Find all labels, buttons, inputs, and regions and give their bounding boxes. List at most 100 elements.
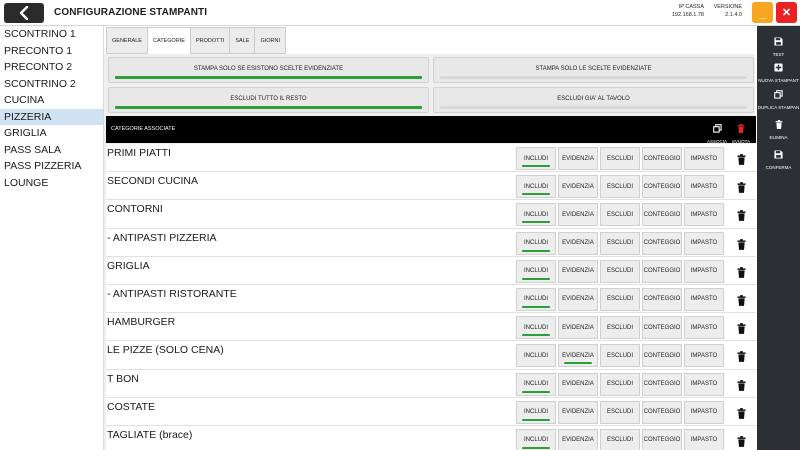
delete-category-button[interactable] (737, 208, 746, 226)
impasto-toggle[interactable]: IMPASTO (684, 344, 724, 368)
conteggio-toggle[interactable]: CONTEGGIO (642, 203, 682, 227)
tab-giorni[interactable]: GIORNI (254, 27, 287, 54)
tab-generale[interactable]: GENERALE (106, 27, 147, 54)
delete-category-button[interactable] (737, 152, 746, 170)
escludi-toggle[interactable]: ESCLUDI (600, 287, 640, 311)
delete-category-button[interactable] (737, 406, 746, 424)
escludi-toggle[interactable]: ESCLUDI (600, 259, 640, 283)
escludi-toggle[interactable]: ESCLUDI (600, 428, 640, 450)
impasto-toggle[interactable]: IMPASTO (684, 203, 724, 227)
option-escludi-tavolo[interactable]: ESCLUDI GIA' AL TAVOLO (433, 87, 754, 113)
printer-item-cucina[interactable]: CUCINA (0, 92, 103, 109)
evidenzia-toggle[interactable]: EVIDENZIA (558, 344, 598, 368)
evidenzia-toggle[interactable]: EVIDENZIA (558, 287, 598, 311)
conteggio-toggle[interactable]: CONTEGGIO (642, 259, 682, 283)
delete-category-button[interactable] (737, 293, 746, 311)
delete-category-button[interactable] (737, 378, 746, 396)
conteggio-toggle[interactable]: CONTEGGIO (642, 147, 682, 170)
evidenzia-toggle[interactable]: EVIDENZIA (558, 316, 598, 340)
printer-item-lounge[interactable]: LOUNGE (0, 175, 103, 192)
conteggio-toggle[interactable]: CONTEGGIO (642, 231, 682, 255)
evidenzia-toggle[interactable]: EVIDENZIA (558, 259, 598, 283)
printer-item-griglia[interactable]: GRIGLIA (0, 125, 103, 142)
includi-toggle[interactable]: INCLUDI (516, 344, 556, 368)
svuota-button[interactable]: SVUOTA (730, 120, 752, 144)
evidenzia-toggle[interactable]: EVIDENZIA (558, 175, 598, 199)
nuova-stampant-button[interactable]: NUOVA STAMPANT (757, 59, 800, 83)
toggle-label: IMPASTO (690, 211, 718, 218)
escludi-toggle[interactable]: ESCLUDI (600, 344, 640, 368)
delete-category-button[interactable] (737, 349, 746, 367)
impasto-toggle[interactable]: IMPASTO (684, 428, 724, 450)
impasto-toggle[interactable]: IMPASTO (684, 259, 724, 283)
escludi-toggle[interactable]: ESCLUDI (600, 231, 640, 255)
impasto-toggle[interactable]: IMPASTO (684, 372, 724, 396)
delete-category-button[interactable] (737, 180, 746, 198)
printer-item-pass-pizzeria[interactable]: PASS PIZZERIA (0, 158, 103, 175)
printer-item-preconto-1[interactable]: PRECONTO 1 (0, 43, 103, 60)
evidenzia-toggle[interactable]: EVIDENZIA (558, 203, 598, 227)
tab-prodotti[interactable]: PRODOTTI (189, 27, 230, 54)
evidenzia-toggle[interactable]: EVIDENZIA (558, 231, 598, 255)
impasto-toggle[interactable]: IMPASTO (684, 175, 724, 199)
escludi-toggle[interactable]: ESCLUDI (600, 147, 640, 170)
impasto-toggle[interactable]: IMPASTO (684, 287, 724, 311)
conteggio-toggle[interactable]: CONTEGGIO (642, 287, 682, 311)
printer-item-pizzeria[interactable]: PIZZERIA (0, 108, 103, 125)
toggle-label: EVIDENZIA (562, 324, 594, 331)
back-button[interactable] (4, 3, 44, 23)
includi-toggle[interactable]: INCLUDI (516, 372, 556, 396)
test-button[interactable]: TEST (757, 33, 800, 57)
includi-toggle[interactable]: INCLUDI (516, 203, 556, 227)
elimina-button[interactable]: ELIMINA (757, 116, 800, 140)
tab-categorie[interactable]: CATEGORIE (146, 27, 190, 54)
escludi-toggle[interactable]: ESCLUDI (600, 175, 640, 199)
includi-toggle[interactable]: INCLUDI (516, 259, 556, 283)
conteggio-toggle[interactable]: CONTEGGIO (642, 400, 682, 424)
toggle-label: EVIDENZIA (562, 155, 594, 162)
category-name: SECONDI CUCINA (107, 175, 199, 188)
option-stampa-solo-evidenziate[interactable]: STAMPA SOLO LE SCELTE EVIDENZIATE (433, 57, 754, 83)
evidenzia-toggle[interactable]: EVIDENZIA (558, 400, 598, 424)
close-button[interactable]: ✕ (776, 2, 797, 23)
evidenzia-toggle[interactable]: EVIDENZIA (558, 428, 598, 450)
duplica-stampan-button[interactable]: DUPLICA STAMPAN (757, 86, 800, 110)
associa-button[interactable]: ASSOCIA (706, 120, 728, 144)
escludi-toggle[interactable]: ESCLUDI (600, 400, 640, 424)
option-escludi-resto[interactable]: ESCLUDI TUTTO IL RESTO (108, 87, 429, 113)
category-row: T BON INCLUDI EVIDENZIA ESCLUDI CONTEGGIO IMP… (106, 369, 756, 398)
impasto-toggle[interactable]: IMPASTO (684, 400, 724, 424)
conteggio-toggle[interactable]: CONTEGGIO (642, 428, 682, 450)
impasto-toggle[interactable]: IMPASTO (684, 231, 724, 255)
includi-toggle[interactable]: INCLUDI (516, 231, 556, 255)
tab-sale[interactable]: SALE (229, 27, 255, 54)
delete-category-button[interactable] (737, 321, 746, 339)
evidenzia-toggle[interactable]: EVIDENZIA (558, 147, 598, 170)
includi-toggle[interactable]: INCLUDI (516, 147, 556, 170)
minimize-button[interactable]: _ (752, 2, 773, 23)
includi-toggle[interactable]: INCLUDI (516, 287, 556, 311)
includi-toggle[interactable]: INCLUDI (516, 175, 556, 199)
conferma-button[interactable]: CONFERMA (757, 146, 800, 170)
includi-toggle[interactable]: INCLUDI (516, 400, 556, 424)
escludi-toggle[interactable]: ESCLUDI (600, 316, 640, 340)
printer-item-preconto-2[interactable]: PRECONTO 2 (0, 59, 103, 76)
includi-toggle[interactable]: INCLUDI (516, 428, 556, 450)
printer-item-scontrino-2[interactable]: SCONTRINO 2 (0, 76, 103, 93)
delete-category-button[interactable] (737, 434, 746, 450)
conteggio-toggle[interactable]: CONTEGGIO (642, 316, 682, 340)
option-stampa-se-evidenziate[interactable]: STAMPA SOLO SE ESISTONO SCELTE EVIDENZIA… (108, 57, 429, 83)
impasto-toggle[interactable]: IMPASTO (684, 316, 724, 340)
escludi-toggle[interactable]: ESCLUDI (600, 203, 640, 227)
conteggio-toggle[interactable]: CONTEGGIO (642, 175, 682, 199)
printer-item-pass-sala[interactable]: PASS SALA (0, 142, 103, 159)
impasto-toggle[interactable]: IMPASTO (684, 147, 724, 170)
conteggio-toggle[interactable]: CONTEGGIO (642, 372, 682, 396)
printer-item-scontrino-1[interactable]: SCONTRINO 1 (0, 26, 103, 43)
conteggio-toggle[interactable]: CONTEGGIO (642, 344, 682, 368)
delete-category-button[interactable] (737, 237, 746, 255)
includi-toggle[interactable]: INCLUDI (516, 316, 556, 340)
escludi-toggle[interactable]: ESCLUDI (600, 372, 640, 396)
delete-category-button[interactable] (737, 265, 746, 283)
evidenzia-toggle[interactable]: EVIDENZIA (558, 372, 598, 396)
